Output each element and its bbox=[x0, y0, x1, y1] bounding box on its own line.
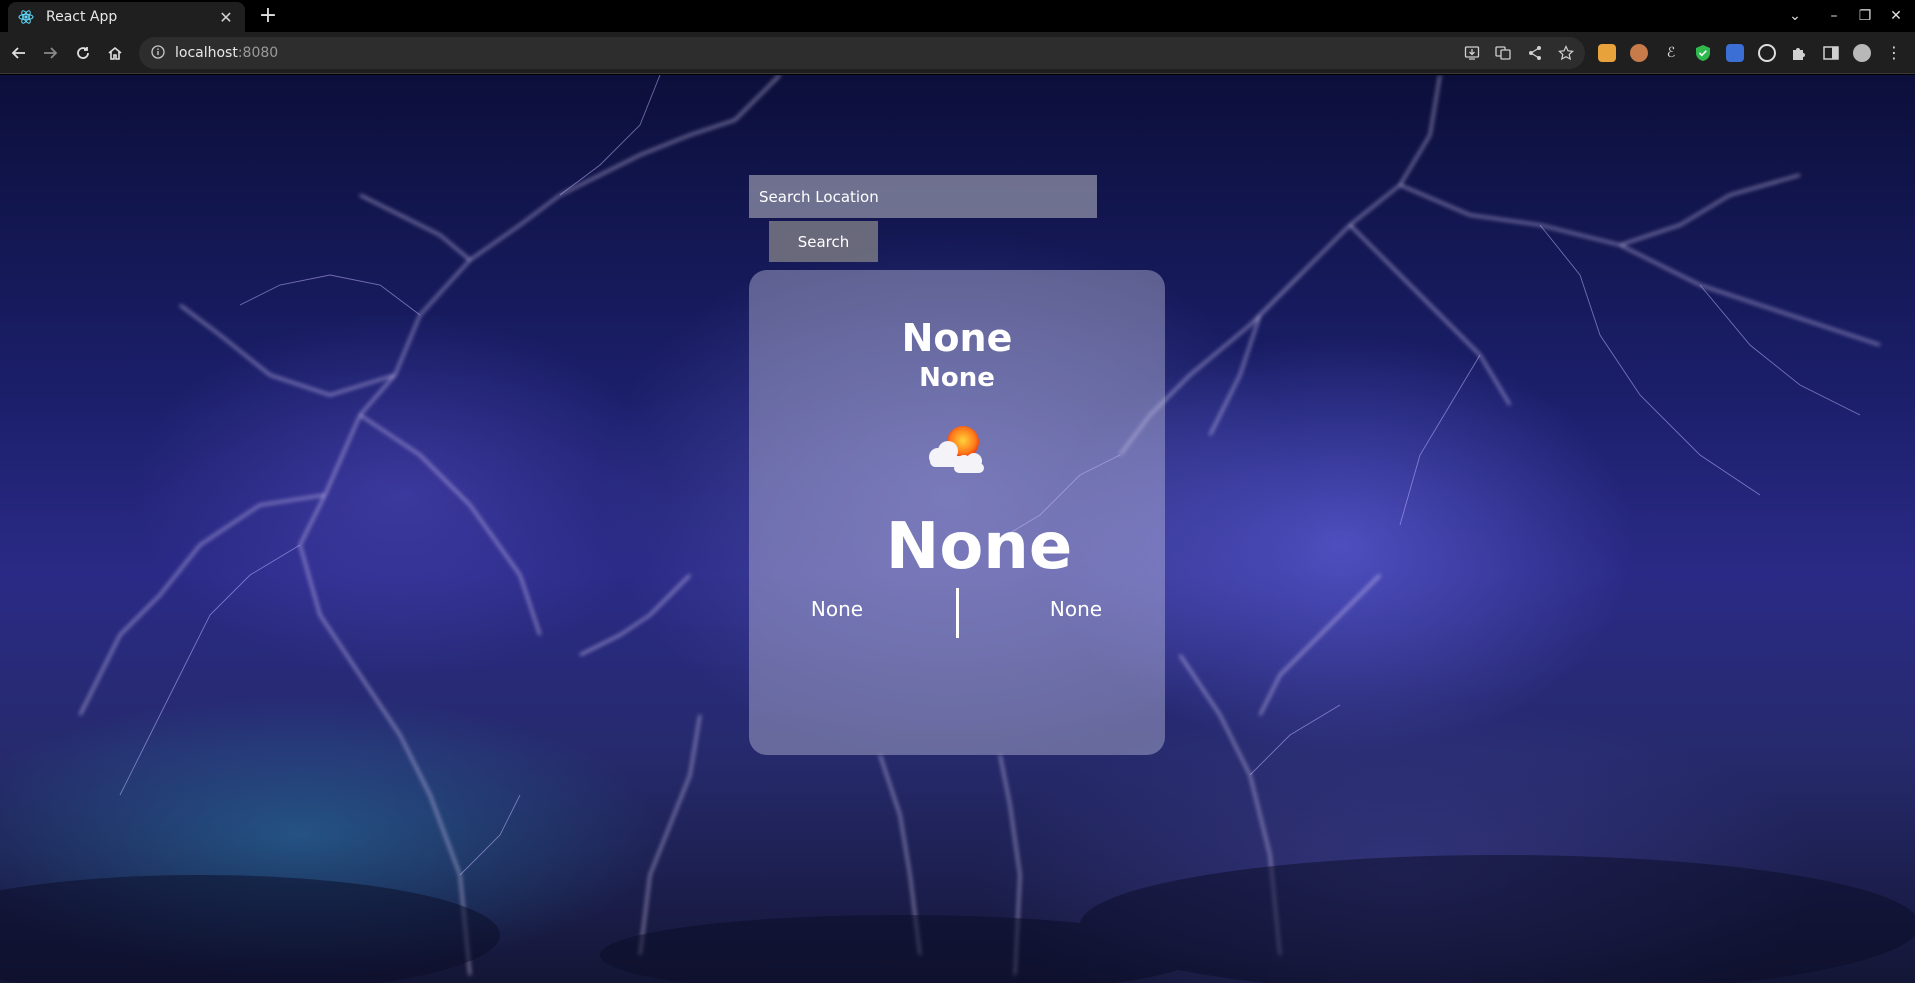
install-app-icon[interactable] bbox=[1464, 45, 1480, 61]
sun-behind-cloud-icon bbox=[924, 423, 986, 475]
reload-icon[interactable] bbox=[71, 41, 95, 65]
forward-icon[interactable] bbox=[38, 41, 62, 65]
extension-translate-icon[interactable] bbox=[1726, 44, 1744, 62]
profile-avatar[interactable] bbox=[1853, 44, 1871, 62]
extension-g-icon[interactable] bbox=[1758, 44, 1776, 62]
weather-card: None None None None None bbox=[749, 270, 1165, 755]
menu-kebab-icon[interactable]: ⋮ bbox=[1885, 44, 1903, 62]
home-icon[interactable] bbox=[103, 41, 127, 65]
browser-toolbar: localhost:8080 ℰ ⋮ bbox=[0, 32, 1915, 74]
react-icon bbox=[18, 9, 34, 25]
browser-tab-strip: React App ✕ + ⌄ – ❐ ✕ bbox=[0, 0, 1915, 32]
page-viewport: Search None None bbox=[0, 75, 1915, 983]
minimize-icon[interactable]: – bbox=[1822, 4, 1846, 28]
new-tab-button[interactable]: + bbox=[256, 4, 280, 28]
right-stat: None bbox=[1049, 597, 1103, 621]
extension-1-icon[interactable] bbox=[1598, 44, 1616, 62]
bookmark-star-icon[interactable] bbox=[1558, 45, 1574, 61]
address-bar[interactable]: localhost:8080 bbox=[139, 37, 1585, 69]
temperature: None bbox=[885, 510, 1073, 584]
stat-divider bbox=[956, 588, 959, 638]
search-button[interactable]: Search bbox=[769, 221, 878, 262]
browser-tab[interactable]: React App ✕ bbox=[8, 2, 245, 32]
search-input[interactable] bbox=[749, 175, 1097, 218]
extension-2-icon[interactable] bbox=[1630, 44, 1648, 62]
close-window-icon[interactable]: ✕ bbox=[1884, 4, 1908, 28]
back-icon[interactable] bbox=[7, 41, 31, 65]
left-stat: None bbox=[810, 597, 864, 621]
site-info-icon[interactable] bbox=[151, 44, 165, 63]
location-name: None bbox=[901, 316, 1013, 360]
location-country: None bbox=[919, 363, 995, 393]
tab-title: React App bbox=[46, 9, 118, 25]
url-host: localhost bbox=[175, 45, 238, 61]
shield-icon[interactable] bbox=[1694, 44, 1712, 62]
share-icon[interactable] bbox=[1527, 45, 1543, 61]
url-port: :8080 bbox=[237, 45, 279, 61]
restore-icon[interactable]: ❐ bbox=[1853, 4, 1877, 28]
translate-icon[interactable] bbox=[1495, 45, 1511, 61]
extension-3-icon[interactable]: ℰ bbox=[1662, 44, 1680, 62]
tab-close-icon[interactable]: ✕ bbox=[217, 8, 235, 27]
side-panel-icon[interactable] bbox=[1822, 44, 1840, 62]
extensions-puzzle-icon[interactable] bbox=[1790, 44, 1808, 62]
tab-search-icon[interactable]: ⌄ bbox=[1783, 4, 1807, 28]
